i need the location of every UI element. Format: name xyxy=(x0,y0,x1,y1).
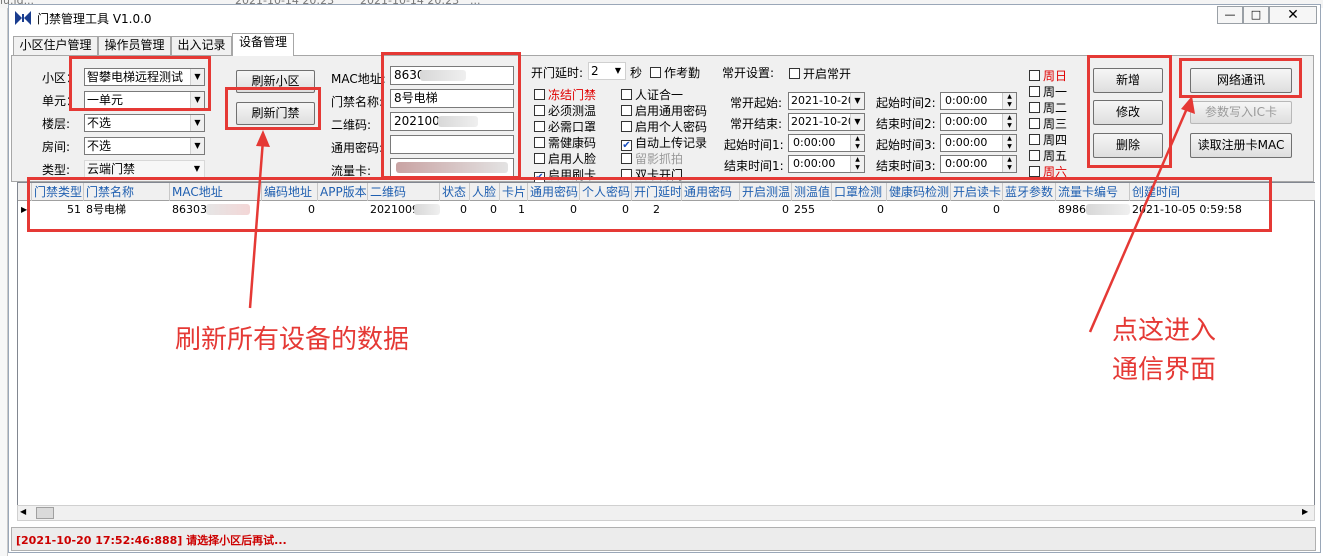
annotation-network-note-1: 点这进入 xyxy=(1112,316,1217,346)
arrow-refresh-head xyxy=(256,130,270,147)
tab-device-management[interactable]: 设备管理 xyxy=(232,33,294,56)
arrow-refresh-line xyxy=(248,139,265,309)
arrow-network-head xyxy=(1181,96,1195,114)
arrow-network-line xyxy=(1088,105,1190,333)
annotation-network-note-2: 通信界面 xyxy=(1112,355,1217,385)
annotation-refresh-note: 刷新所有设备的数据 xyxy=(175,325,410,355)
annotation-arrows xyxy=(248,96,1195,333)
